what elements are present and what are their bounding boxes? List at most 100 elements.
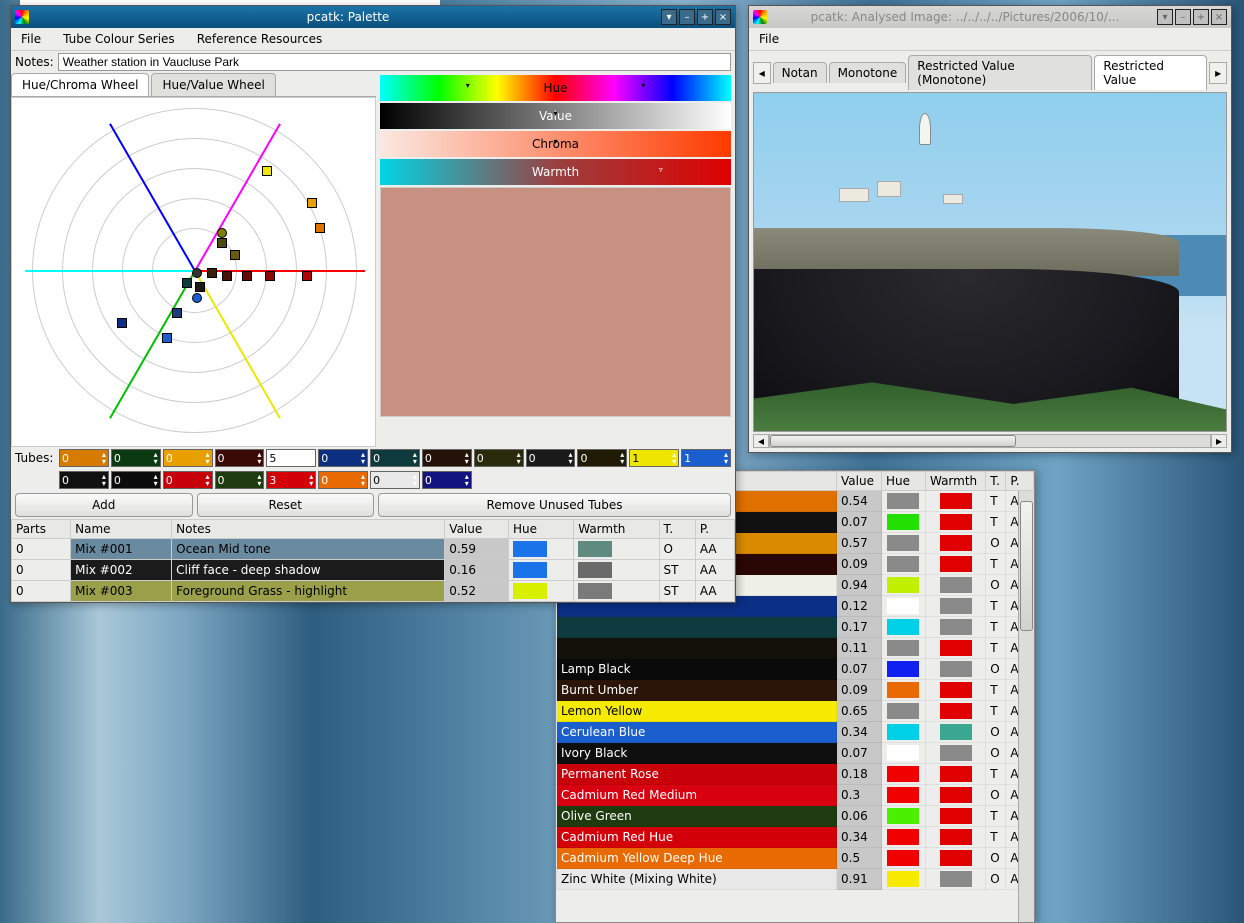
tube-spinner[interactable]: 0▴▾ <box>111 471 161 489</box>
wheel-point[interactable] <box>195 282 205 292</box>
tube-spinner[interactable]: 0▴▾ <box>370 449 420 467</box>
minimize-button[interactable]: ▾ <box>1157 9 1173 25</box>
wheel-point[interactable] <box>302 271 312 281</box>
image-titlebar[interactable]: pcatk: Analysed Image: ../../../../Pictu… <box>749 6 1231 28</box>
wheel-point[interactable] <box>172 308 182 318</box>
tab-monotone[interactable]: Monotone <box>829 62 907 83</box>
colour-list-row[interactable]: Lemon Yellow0.65TA <box>557 701 1034 722</box>
wheel-point[interactable] <box>192 293 202 303</box>
tube-spinner[interactable]: 0▴▾ <box>370 471 420 489</box>
notes-input[interactable] <box>58 53 731 71</box>
hue-chroma-wheel[interactable] <box>11 97 376 447</box>
mix-value-header[interactable]: Value <box>445 520 509 539</box>
wheel-point[interactable] <box>265 271 275 281</box>
mix-row[interactable]: 0Mix #001Ocean Mid tone0.59OAA <box>12 539 735 560</box>
col-t-header[interactable]: T. <box>986 472 1006 491</box>
remove-unused-button[interactable]: Remove Unused Tubes <box>378 493 731 517</box>
mix-t-header[interactable]: T. <box>659 520 695 539</box>
shade-button[interactable]: – <box>1175 9 1191 25</box>
menu-reference-resources[interactable]: Reference Resources <box>193 30 327 48</box>
tab-notan[interactable]: Notan <box>773 62 827 83</box>
wheel-point[interactable] <box>117 318 127 328</box>
colour-list-row[interactable]: Permanent Rose0.18TA <box>557 764 1034 785</box>
tube-spinner[interactable]: 0▴▾ <box>163 449 213 467</box>
mix-name-header[interactable]: Name <box>71 520 172 539</box>
menu-file[interactable]: File <box>755 30 783 48</box>
mix-warmth-header[interactable]: Warmth <box>574 520 659 539</box>
wheel-point[interactable] <box>230 250 240 260</box>
tube-spinner[interactable]: 3▴▾ <box>266 471 316 489</box>
colour-list-row[interactable]: 0.11TAA <box>557 638 1034 659</box>
maximize-button[interactable]: + <box>697 9 713 25</box>
tube-spinner[interactable]: 0▴▾ <box>318 449 368 467</box>
tube-spinner[interactable]: 0▴▾ <box>59 471 109 489</box>
tube-spinner[interactable]: 0▴▾ <box>526 449 576 467</box>
maximize-button[interactable]: + <box>1193 9 1209 25</box>
tube-spinner[interactable]: 1▴▾ <box>629 449 679 467</box>
colour-list-row[interactable]: Olive Green0.06TA <box>557 806 1034 827</box>
scrollbar-thumb[interactable] <box>1020 501 1033 631</box>
colour-list-row[interactable]: Zinc White (Mixing White)0.91OAA <box>557 869 1034 890</box>
wheel-point[interactable] <box>192 268 202 278</box>
scroll-track[interactable] <box>769 434 1211 448</box>
colour-list-row[interactable]: Cadmium Red Hue0.34TA <box>557 827 1034 848</box>
mix-p-header[interactable]: P. <box>695 520 734 539</box>
tab-scroll-right[interactable]: ▸ <box>1209 62 1227 84</box>
wheel-point[interactable] <box>222 271 232 281</box>
mix-row[interactable]: 0Mix #002Cliff face - deep shadow0.16STA… <box>12 560 735 581</box>
scroll-right-icon[interactable]: ▸ <box>1211 434 1227 448</box>
mix-hue-header[interactable]: Hue <box>508 520 573 539</box>
wheel-point[interactable] <box>315 223 325 233</box>
menu-file[interactable]: File <box>17 30 45 48</box>
tube-spinner[interactable]: 5▴▾ <box>266 449 316 467</box>
tube-spinner[interactable]: 0▴▾ <box>59 449 109 467</box>
tube-spinner[interactable]: 0▴▾ <box>215 449 265 467</box>
menu-tube-colour-series[interactable]: Tube Colour Series <box>59 30 179 48</box>
reset-button[interactable]: Reset <box>197 493 375 517</box>
wheel-point[interactable] <box>262 166 272 176</box>
tube-spinner[interactable]: 0▴▾ <box>422 449 472 467</box>
col-warmth-header[interactable]: Warmth <box>925 472 985 491</box>
hue-slider[interactable]: Hue▾▾ <box>380 75 731 101</box>
tube-spinner[interactable]: 0▴▾ <box>474 449 524 467</box>
shade-button[interactable]: – <box>679 9 695 25</box>
mix-parts-header[interactable]: Parts <box>12 520 71 539</box>
close-button[interactable]: × <box>1211 9 1227 25</box>
colour-list-row[interactable]: Cadmium Red Medium0.3OA <box>557 785 1034 806</box>
tube-spinner[interactable]: 0▴▾ <box>111 449 161 467</box>
col-value-header[interactable]: Value <box>837 472 882 491</box>
tube-spinner[interactable]: 0▴▾ <box>422 471 472 489</box>
wheel-point[interactable] <box>242 271 252 281</box>
image-horizontal-scrollbar[interactable]: ◂ ▸ <box>753 434 1227 448</box>
tube-spinner[interactable]: 1▴▾ <box>681 449 731 467</box>
colour-list-row[interactable]: Cadmium Yellow Deep Hue0.5OA <box>557 848 1034 869</box>
tube-spinner[interactable]: 0▴▾ <box>577 449 627 467</box>
colour-list-row[interactable]: Lamp Black0.07OA <box>557 659 1034 680</box>
colour-list-row[interactable]: Cerulean Blue0.34OAA <box>557 722 1034 743</box>
col-hue-header[interactable]: Hue <box>882 472 926 491</box>
colour-list-row[interactable]: Burnt Umber0.09TA <box>557 680 1034 701</box>
tab-restricted-value[interactable]: Restricted Value <box>1094 55 1207 90</box>
minimize-button[interactable]: ▾ <box>661 9 677 25</box>
tube-spinner[interactable]: 0▴▾ <box>215 471 265 489</box>
tab-hue-chroma[interactable]: Hue/Chroma Wheel <box>11 73 149 96</box>
scroll-thumb[interactable] <box>770 435 1016 447</box>
close-button[interactable]: × <box>715 9 731 25</box>
wheel-point[interactable] <box>217 238 227 248</box>
wheel-point[interactable] <box>162 333 172 343</box>
mix-row[interactable]: 0Mix #003Foreground Grass - highlight0.5… <box>12 581 735 602</box>
mix-notes-header[interactable]: Notes <box>172 520 445 539</box>
tab-scroll-left[interactable]: ◂ <box>753 62 771 84</box>
wheel-point[interactable] <box>182 278 192 288</box>
chroma-slider[interactable]: Chroma▾ <box>380 131 731 157</box>
colour-list-row[interactable]: Ivory Black0.07OA <box>557 743 1034 764</box>
tab-hue-value[interactable]: Hue/Value Wheel <box>151 73 275 96</box>
tube-spinner[interactable]: 0▴▾ <box>318 471 368 489</box>
wheel-point[interactable] <box>307 198 317 208</box>
scroll-left-icon[interactable]: ◂ <box>753 434 769 448</box>
add-button[interactable]: Add <box>15 493 193 517</box>
tab-restricted-value-monotone[interactable]: Restricted Value (Monotone) <box>908 55 1092 90</box>
colour-list-row[interactable]: 0.17TAA <box>557 617 1034 638</box>
palette-titlebar[interactable]: pcatk: Palette ▾ – + × <box>11 6 735 28</box>
wheel-point[interactable] <box>217 228 227 238</box>
